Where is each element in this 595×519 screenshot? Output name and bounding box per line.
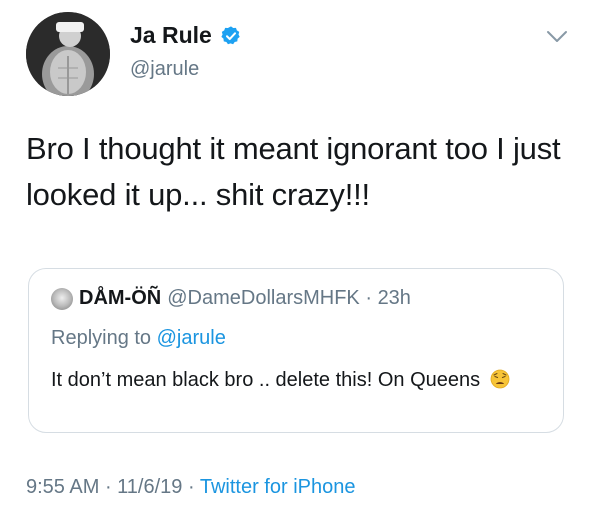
quoted-tweet-header: DÅM-ÖÑ @DameDollarsMHFK · 23h: [51, 287, 411, 310]
author-avatar[interactable]: [26, 12, 110, 96]
quoted-text: It don’t mean black bro .. delete this! …: [51, 369, 481, 391]
replying-mention-link[interactable]: @jarule: [157, 327, 226, 349]
verified-badge-icon: [220, 25, 242, 47]
quoted-tweet-text: It don’t mean black bro .. delete this! …: [51, 365, 531, 395]
footer-separator: ·: [99, 476, 118, 498]
tweet-date[interactable]: 11/6/19: [117, 476, 182, 498]
quoted-separator: ·: [359, 287, 378, 309]
tweet-text: Bro I thought it meant ignorant too I ju…: [26, 131, 561, 212]
tweet-footer: 9:55 AM · 11/6/19 · Twitter for iPhone: [26, 476, 355, 499]
quoted-tweet-card[interactable]: DÅM-ÖÑ @DameDollarsMHFK · 23h Replying t…: [28, 268, 564, 433]
replying-prefix: Replying to: [51, 327, 157, 349]
quoted-author-avatar: [51, 287, 73, 310]
quoted-replying-to: Replying to @jarule: [51, 327, 226, 350]
author-name-row: Ja Rule: [130, 22, 242, 49]
author-display-name[interactable]: Ja Rule: [130, 22, 212, 49]
weary-face-emoji-icon: [490, 368, 510, 389]
tweet-source-link[interactable]: Twitter for iPhone: [200, 476, 356, 498]
avatar-photo: [26, 12, 110, 96]
tweet-time[interactable]: 9:55 AM: [26, 476, 99, 498]
footer-separator-2: ·: [182, 476, 200, 498]
author-handle[interactable]: @jarule: [130, 58, 199, 81]
quoted-time-ago: 23h: [377, 287, 411, 309]
chevron-down-icon[interactable]: [546, 30, 568, 44]
quoted-author-name: DÅM-ÖÑ: [79, 287, 162, 309]
quoted-author-handle: @DameDollarsMHFK: [167, 287, 360, 309]
